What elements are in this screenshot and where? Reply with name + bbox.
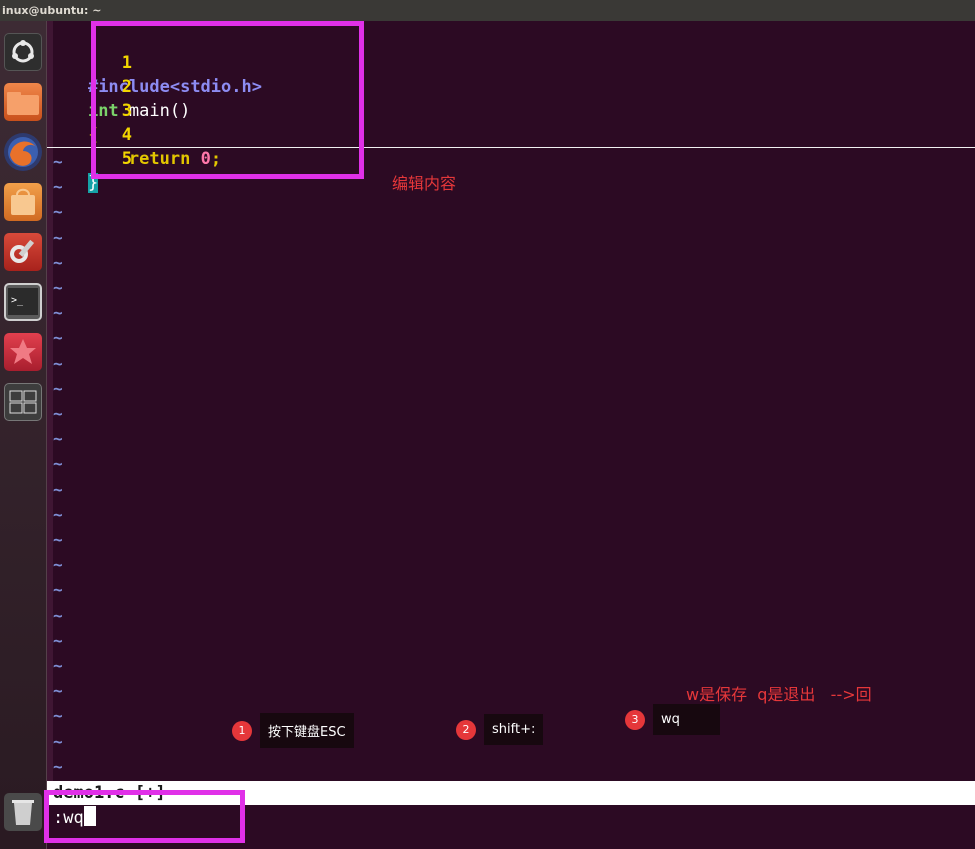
step-label: 按下键盘ESC (260, 713, 354, 748)
tilde-marker: ~ (53, 731, 63, 751)
step-number-badge: 2 (456, 719, 476, 740)
tilde-marker: ~ (53, 303, 63, 323)
settings-icon[interactable] (4, 233, 42, 271)
edit-content-label: 编辑内容 (392, 174, 457, 193)
tilde-marker: ~ (53, 580, 63, 600)
tilde-marker: ~ (53, 605, 63, 625)
files-icon[interactable] (4, 83, 42, 121)
tilde-marker: ~ (53, 252, 63, 272)
tilde-marker: ~ (53, 706, 63, 726)
ubuntu-logo-icon[interactable] (4, 33, 42, 71)
tilde-marker: ~ (53, 555, 63, 575)
command-highlight-box (44, 790, 245, 843)
trash-icon[interactable] (4, 793, 42, 831)
step-1: 1 按下键盘ESC (232, 713, 354, 748)
tilde-marker: ~ (53, 152, 63, 171)
app-icon[interactable] (4, 333, 42, 371)
tilde-marker: ~ (53, 530, 63, 549)
unity-launcher: >_ (0, 21, 47, 849)
step-label: wq (653, 704, 720, 735)
tilde-marker: ~ (53, 454, 63, 474)
tilde-marker: ~ (53, 756, 63, 776)
tilde-marker: ~ (53, 278, 63, 297)
step-number-badge: 3 (625, 709, 645, 730)
software-center-icon[interactable] (4, 183, 42, 221)
firefox-icon[interactable] (4, 133, 42, 171)
tilde-marker: ~ (53, 681, 63, 701)
tilde-marker: ~ (53, 378, 63, 398)
tilde-marker: ~ (53, 479, 63, 499)
tilde-marker: ~ (53, 353, 63, 373)
terminal-icon[interactable]: >_ (4, 283, 42, 321)
tilde-marker: ~ (53, 630, 63, 650)
tilde-marker: ~ (53, 328, 63, 348)
tilde-marker: ~ (53, 227, 63, 247)
step-2: 2 shift+: (456, 714, 544, 745)
workspace-switcher-icon[interactable] (4, 383, 42, 421)
tilde-marker: ~ (53, 429, 63, 449)
step-label: shift+: (484, 714, 544, 745)
code-highlight-box (91, 21, 364, 179)
tilde-marker: ~ (53, 177, 63, 197)
tilde-marker: ~ (53, 504, 63, 524)
tilde-marker: ~ (53, 404, 63, 423)
svg-text:>_: >_ (11, 295, 24, 306)
tilde-marker: ~ (53, 656, 63, 675)
window-title: inux@ubuntu: ~ (0, 0, 975, 21)
save-quit-note: w是保存 q是退出 -->回 (686, 685, 872, 704)
tilde-marker: ~ (53, 202, 63, 222)
step-number-badge: 1 (232, 720, 252, 741)
step-3: 3 wq (625, 704, 720, 735)
